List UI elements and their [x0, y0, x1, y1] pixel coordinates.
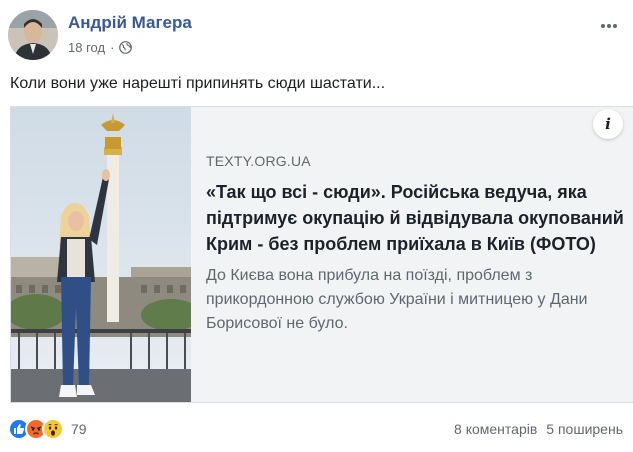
- reaction-count[interactable]: 79: [71, 421, 87, 437]
- link-preview-card[interactable]: TEXTY.ORG.UA «Так що всі - сюди». Російс…: [10, 106, 633, 403]
- post-text: Коли вони уже нарешті припинять сюди шас…: [10, 75, 386, 92]
- wow-reaction-icon: [42, 418, 64, 440]
- comments-count[interactable]: 8 коментарів: [454, 421, 537, 437]
- link-preview-photo[interactable]: [11, 107, 191, 402]
- shares-count[interactable]: 5 поширень: [546, 421, 623, 437]
- info-icon[interactable]: i: [593, 109, 623, 139]
- meta-separator: ·: [110, 40, 115, 55]
- engagement-stats: 8 коментарів 5 поширень: [454, 421, 623, 437]
- link-domain: TEXTY.ORG.UA: [206, 153, 311, 169]
- facebook-post: Андрій Магера 18 год · Коли вони уже нар…: [0, 0, 633, 452]
- link-title[interactable]: «Так що всі - сюди». Російська ведуча, я…: [206, 179, 626, 257]
- post-meta: 18 год ·: [68, 40, 133, 55]
- author-avatar[interactable]: [8, 10, 58, 60]
- link-preview-body[interactable]: TEXTY.ORG.UA «Так що всі - сюди». Російс…: [206, 153, 626, 336]
- post-timestamp[interactable]: 18 год: [68, 40, 105, 55]
- reactions-summary[interactable]: 79: [8, 418, 87, 440]
- globe-icon[interactable]: [119, 41, 133, 54]
- more-options-icon[interactable]: [599, 18, 619, 28]
- author-name[interactable]: Андрій Магера: [68, 13, 192, 33]
- link-description: До Києва вона прибула на поїзді, проблем…: [206, 267, 588, 332]
